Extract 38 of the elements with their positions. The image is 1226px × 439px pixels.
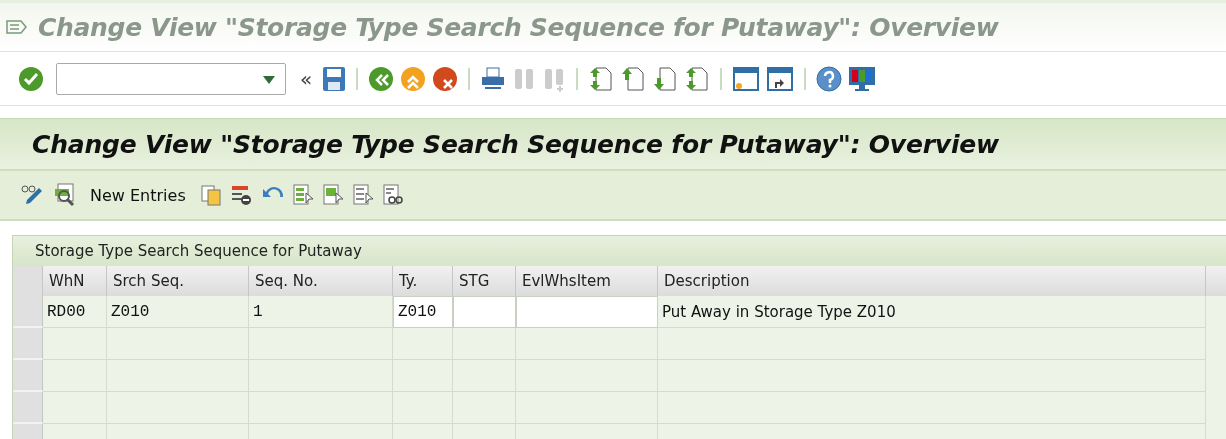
menu-icon[interactable] (6, 19, 28, 35)
table-cell: RD00 (43, 296, 107, 328)
input-field[interactable] (516, 296, 658, 328)
glasses-pencil-icon[interactable] (20, 184, 44, 206)
select-all-icon[interactable] (291, 183, 314, 207)
help-icon[interactable] (816, 65, 843, 92)
previous-page-icon[interactable] (620, 65, 647, 92)
view-title: Change View "Storage Type Search Sequence for Putaway": Overview (32, 129, 999, 159)
command-field[interactable] (56, 62, 286, 95)
table-cell: Z010 (107, 296, 249, 328)
header-corner (13, 266, 43, 296)
selection-criteria-icon[interactable] (381, 183, 404, 207)
new-entries-button[interactable]: New Entries (84, 183, 192, 207)
back-icon[interactable] (368, 65, 395, 92)
collapse-button[interactable]: « (300, 66, 313, 91)
first-page-icon[interactable] (588, 65, 615, 92)
dropdown-arrow-icon[interactable] (263, 75, 275, 84)
save-icon[interactable] (322, 65, 347, 92)
select-block-icon[interactable] (321, 183, 344, 207)
delete-icon[interactable] (229, 184, 252, 206)
table-title: Storage Type Search Sequence for Putaway (35, 242, 362, 260)
new-window-icon[interactable] (732, 65, 761, 92)
details-icon[interactable] (52, 183, 76, 207)
print-icon[interactable] (480, 65, 507, 92)
cancel-icon[interactable] (432, 65, 459, 92)
table-cell: Put Away in Storage Type Z010 (658, 296, 1206, 328)
shortcut-icon[interactable] (766, 65, 795, 92)
input-field[interactable]: Z010 (393, 296, 453, 328)
input-field[interactable] (453, 296, 516, 328)
next-page-icon[interactable] (652, 65, 679, 92)
deselect-all-icon[interactable] (351, 183, 374, 207)
enter-icon[interactable] (18, 65, 44, 92)
table-cell: 1 (249, 296, 393, 328)
last-page-icon[interactable] (684, 65, 711, 92)
monitor-icon[interactable] (848, 65, 877, 92)
exit-icon[interactable] (400, 65, 427, 92)
window-title: Change View "Storage Type Search Sequence for Putaway": Overview (38, 12, 999, 42)
copy-icon[interactable] (199, 184, 222, 206)
